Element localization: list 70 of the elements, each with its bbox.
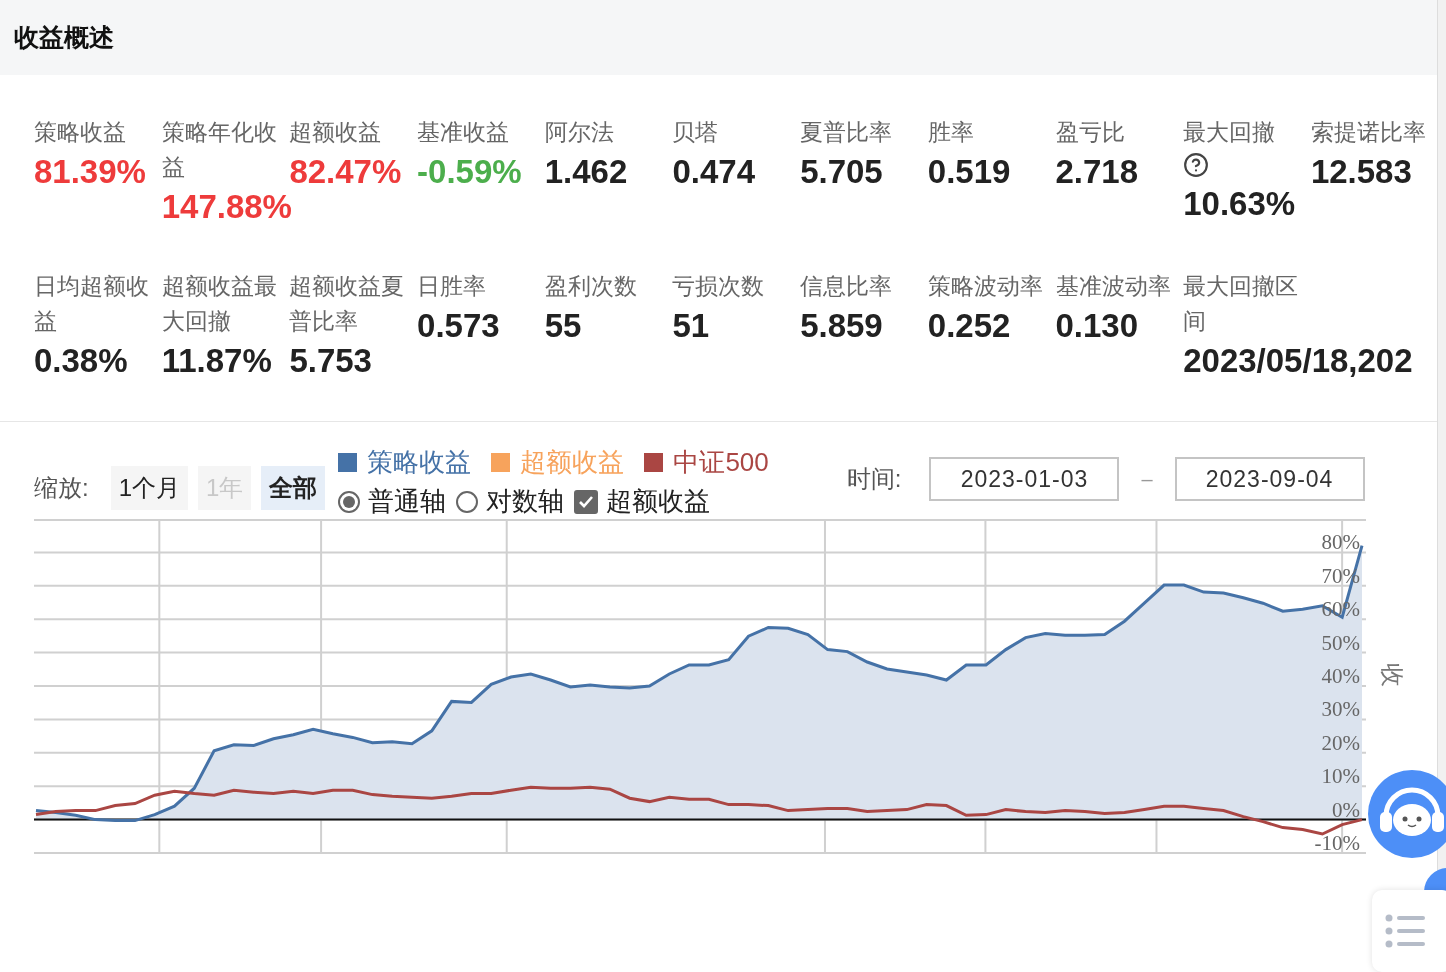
zoom-button[interactable]: 全部 xyxy=(261,466,326,510)
radio-button[interactable] xyxy=(338,490,361,513)
y-tick-label: -10% xyxy=(1314,831,1360,855)
y-tick-label: 20% xyxy=(1321,730,1360,755)
check-icon xyxy=(578,494,595,509)
metric-value: 0.573 xyxy=(417,306,500,346)
metric-value: 5.859 xyxy=(800,306,883,346)
metric-value: 5.753 xyxy=(289,341,372,381)
metric-value: 2.718 xyxy=(1055,152,1139,192)
metric-label: 基准收益 xyxy=(417,118,510,147)
metric-value: 2023/05/18,202 xyxy=(1183,341,1413,381)
metric-value: 55 xyxy=(544,306,582,346)
option-label: 对数轴 xyxy=(486,485,565,518)
metric-value: 81.39% xyxy=(34,152,146,192)
metric-value: 0.252 xyxy=(927,306,1011,346)
y-axis-label: 收 xyxy=(1378,663,1407,687)
metric-label: 胜率 xyxy=(927,118,974,147)
metric-label: 超额收益 xyxy=(289,118,382,147)
metric-value: 1.462 xyxy=(544,152,628,192)
y-tick-label: 10% xyxy=(1321,764,1360,789)
metric-value: 11.87% xyxy=(161,341,272,381)
metric-value: 5.705 xyxy=(800,152,883,192)
metric-value: 10.63% xyxy=(1183,184,1296,224)
metric-label: 策略收益 xyxy=(34,118,126,147)
metric-value: 0.474 xyxy=(672,152,756,192)
option-label: 普通轴 xyxy=(368,485,447,518)
metric-label: 夏普比率 xyxy=(800,118,893,147)
time-label: 时间: xyxy=(846,464,902,494)
metric-label: 超额收益夏普比率 xyxy=(289,272,406,336)
legend-label[interactable]: 中证500 xyxy=(673,445,769,480)
start-date-field[interactable]: 2023-01-03 xyxy=(929,457,1120,501)
y-tick-label: 50% xyxy=(1321,630,1360,655)
metric-value: -0.59% xyxy=(417,152,522,192)
range-separator: – xyxy=(1141,467,1153,491)
metric-value: 0.38% xyxy=(34,341,128,381)
metric-label: 信息比率 xyxy=(800,272,893,301)
y-tick-label: 0% xyxy=(1332,797,1360,822)
metric-value: 82.47% xyxy=(289,152,402,192)
metric-label: 亏损次数 xyxy=(672,272,765,301)
metric-label: 超额收益最大回撤 xyxy=(161,272,278,336)
radio-button[interactable] xyxy=(456,490,479,513)
metric-value: 12.583 xyxy=(1310,152,1412,192)
metric-label: 索提诺比率 xyxy=(1310,118,1426,147)
metric-label: 盈亏比 xyxy=(1055,118,1125,147)
metric-label: 日胜率 xyxy=(417,272,487,301)
y-tick-label: 40% xyxy=(1321,664,1360,688)
metric-value: 147.88% xyxy=(161,187,292,227)
zoom-label: 缩放: xyxy=(34,473,89,503)
y-tick-label: 30% xyxy=(1321,697,1360,722)
option-label: 超额收益 xyxy=(606,485,711,518)
metric-label: 盈利次数 xyxy=(544,272,637,301)
metric-label: 策略波动率 xyxy=(927,272,1043,301)
end-date-field[interactable]: 2023-09-04 xyxy=(1174,457,1365,501)
metric-label: 日均超额收益 xyxy=(34,272,150,336)
metric-label: 贝塔 xyxy=(672,118,719,147)
metric-value: 0.130 xyxy=(1055,306,1139,346)
checkbox[interactable] xyxy=(574,489,599,514)
metric-label: 阿尔法 xyxy=(544,118,614,147)
list-icon xyxy=(1385,913,1427,949)
zoom-button[interactable]: 1个月 xyxy=(110,466,189,510)
y-tick-label: 80% xyxy=(1321,530,1360,555)
metric-label: 策略年化收益 xyxy=(161,118,278,182)
metric-value: 0.519 xyxy=(927,152,1011,192)
section-title: 收益概述 xyxy=(14,22,114,53)
help-icon[interactable] xyxy=(1183,152,1210,178)
legend-label[interactable]: 策略收益 xyxy=(367,445,472,480)
metric-value: 51 xyxy=(672,306,710,346)
metric-label: 基准波动率 xyxy=(1055,272,1171,301)
metric-label: 最大回撤 xyxy=(1183,118,1276,147)
metric-label: 最大回撤区间 xyxy=(1183,272,1300,336)
